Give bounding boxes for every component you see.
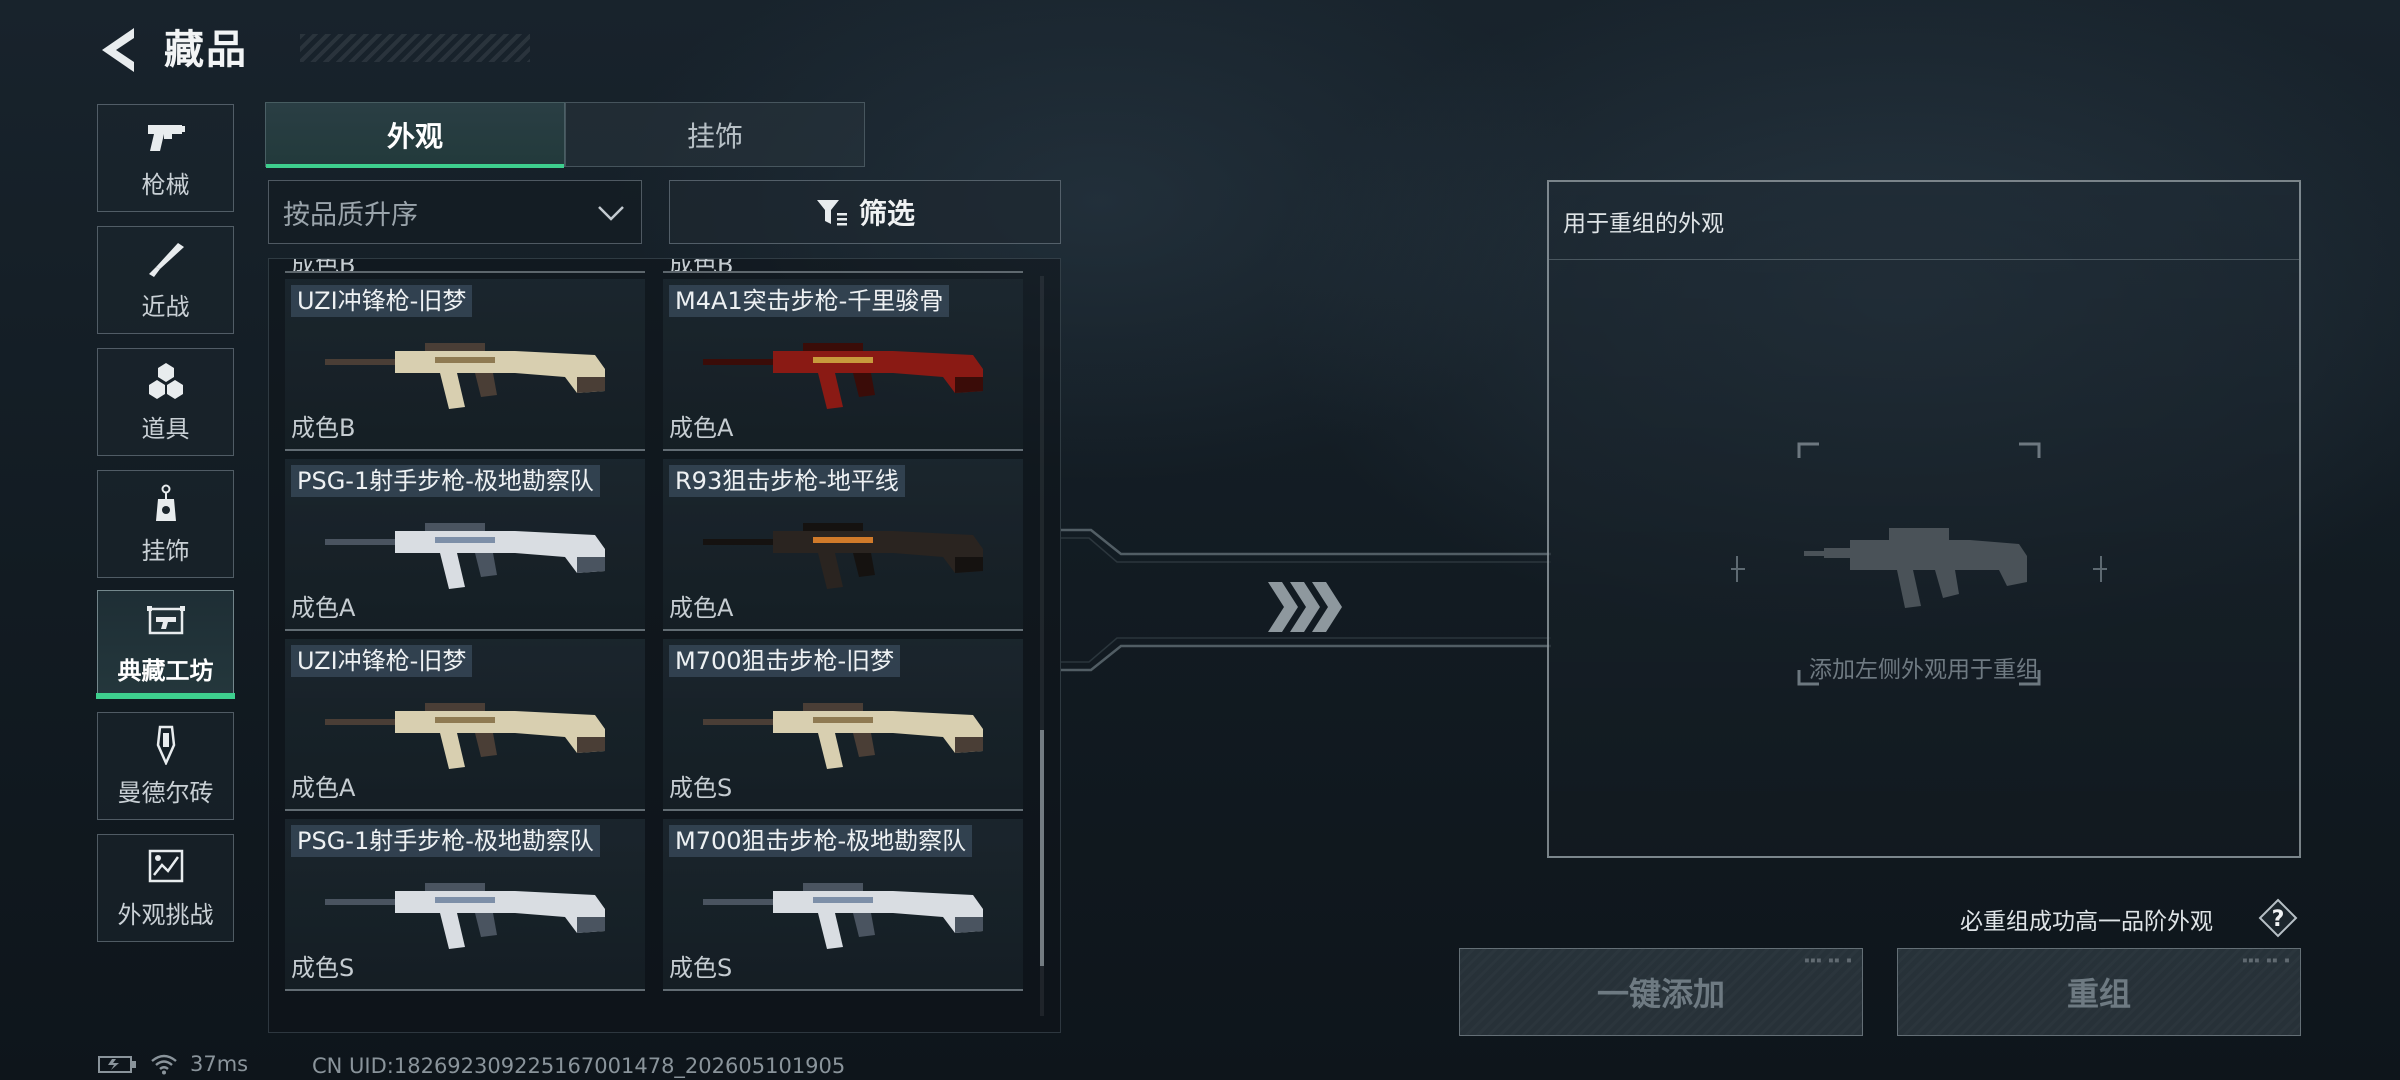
sidebar-item-label: 枪械 (141, 170, 190, 199)
weapon-skin-image (325, 343, 605, 409)
svg-text:?: ? (2272, 907, 2285, 932)
add-all-label: 一键添加 (1596, 975, 1725, 1013)
weapon-skin-image (703, 343, 983, 409)
add-all-button[interactable]: ▪▪▪ ▪▪ ▪ 一键添加 (1459, 948, 1863, 1036)
weapon-skin-image (325, 883, 605, 949)
item-name: PSG-1射手步枪-极地勘察队 (291, 825, 600, 857)
back-button[interactable] (96, 24, 144, 76)
button-decoration: ▪▪▪ ▪▪ ▪ (1803, 955, 1852, 966)
item-grade: 成色S (669, 774, 733, 802)
sidebar-item-pistol[interactable]: 枪械 (97, 104, 234, 212)
wifi-icon (151, 1054, 177, 1075)
recombine-panel-header: 用于重组的外观 (1549, 182, 2299, 260)
tab-appearance[interactable]: 外观 (265, 102, 565, 168)
title-decoration (300, 34, 530, 62)
grid-item[interactable]: M4A1突击步枪-千里骏骨成色A (663, 279, 1023, 451)
sidebar-item-label: 近战 (141, 292, 190, 321)
weapon-skin-image (703, 883, 983, 949)
back-arrow-icon (102, 28, 134, 72)
sort-value: 按品质升序 (283, 199, 418, 231)
challenge-icon (148, 849, 183, 882)
sidebar-item-knife[interactable]: 近战 (97, 226, 234, 334)
mandel-brick-icon (156, 725, 175, 765)
items-icon (148, 362, 183, 399)
filter-icon (816, 200, 847, 226)
weapon-skin-image (325, 523, 605, 589)
grid-item[interactable]: M700狙击步枪-极地勘察队成色S (663, 819, 1023, 991)
sidebar-item-label: 挂饰 (141, 536, 190, 565)
pistol-icon (147, 124, 185, 151)
grid-scroll-thumb[interactable] (1040, 730, 1044, 966)
battery-icon (98, 1056, 136, 1073)
sidebar-item-label: 外观挑战 (117, 900, 214, 929)
grid-item-partial[interactable]: 成色B (663, 259, 1023, 273)
recombine-hint: 添加左侧外观用于重组 (1809, 657, 2039, 683)
item-grade: 成色A (669, 594, 734, 622)
weapon-skin-image (325, 703, 605, 769)
page-title: 藏品 (164, 27, 248, 73)
sort-dropdown[interactable]: 按品质升序 (268, 180, 642, 244)
chevron-down-icon (598, 206, 624, 221)
help-icon[interactable]: ? (2258, 898, 2298, 938)
grid-item-partial[interactable]: 成色B (285, 259, 645, 273)
grid-item[interactable]: PSG-1射手步枪-极地勘察队成色S (285, 819, 645, 991)
item-name: M700狙击步枪-旧梦 (669, 645, 901, 677)
skin-grid: 成色B 成色B UZI冲锋枪-旧梦 成色B M4A1突击步枪-千里骏骨 成色A PSG-… (268, 258, 1061, 1033)
button-decoration: ▪▪▪ ▪▪ ▪ (2241, 955, 2290, 966)
tab-label: 外观 (386, 119, 443, 153)
item-name: R93狙击步枪-地平线 (669, 465, 905, 497)
weapon-skin-image (703, 703, 983, 769)
status-bar: 37ms (98, 1052, 248, 1076)
sidebar-item-label: 道具 (141, 414, 190, 443)
sidebar-item-mandel-brick[interactable]: 曼德尔砖 (97, 712, 234, 820)
sidebar-item-challenge[interactable]: 外观挑战 (97, 834, 234, 942)
grid-item[interactable]: R93狙击步枪-地平线成色A (663, 459, 1023, 631)
knife-icon (148, 242, 184, 277)
grade-label: 成色B (669, 259, 734, 273)
item-grade: 成色A (669, 414, 734, 442)
item-grade: 成色A (291, 594, 356, 622)
filter-button[interactable]: 筛选 (669, 180, 1061, 244)
sidebar-item-workshop[interactable]: 典藏工坊 (96, 590, 235, 699)
grade-label: 成色B (291, 259, 356, 273)
item-grade: 成色B (291, 414, 356, 442)
item-name: UZI冲锋枪-旧梦 (291, 285, 473, 317)
item-name: M700狙击步枪-极地勘察队 (669, 825, 973, 857)
item-name: M4A1突击步枪-千里骏骨 (669, 285, 950, 317)
tab-label: 挂饰 (686, 119, 743, 153)
recombine-label: 重组 (2066, 975, 2131, 1013)
item-grade: 成色S (669, 954, 733, 982)
grid-item[interactable]: UZI冲锋枪-旧梦成色B (285, 279, 645, 451)
sidebar-item-label: 曼德尔砖 (117, 778, 214, 807)
tab-charms[interactable]: 挂饰 (565, 102, 865, 167)
sidebar-item-items[interactable]: 道具 (97, 348, 234, 456)
recombine-button[interactable]: ▪▪▪ ▪▪ ▪ 重组 (1897, 948, 2301, 1036)
item-name: PSG-1射手步枪-极地勘察队 (291, 465, 600, 497)
chevron-right-arrows-icon (1268, 582, 1342, 632)
weapon-skin-image (703, 523, 983, 589)
grid-item[interactable]: PSG-1射手步枪-极地勘察队成色A (285, 459, 645, 631)
item-grade: 成色A (291, 774, 356, 802)
recombine-panel[interactable]: 用于重组的外观 添加左侧外观用于重组 (1547, 180, 2301, 858)
item-name: UZI冲锋枪-旧梦 (291, 645, 473, 677)
ping-value: 37ms (190, 1052, 249, 1076)
charm-icon (155, 484, 176, 521)
item-grade: 成色S (291, 954, 355, 982)
uid-text: CN UID:182692309225167001478_20260510190… (312, 1054, 846, 1078)
grid-item[interactable]: M700狙击步枪-旧梦成色S (663, 639, 1023, 811)
sidebar-item-charm[interactable]: 挂饰 (97, 470, 234, 578)
guarantee-text: 必重组成功高一品阶外观 (1960, 909, 2213, 935)
workshop-icon (146, 605, 185, 634)
grid-item[interactable]: UZI冲锋枪-旧梦成色A (285, 639, 645, 811)
filter-label: 筛选 (858, 197, 915, 230)
sidebar-item-label: 典藏工坊 (117, 656, 214, 685)
